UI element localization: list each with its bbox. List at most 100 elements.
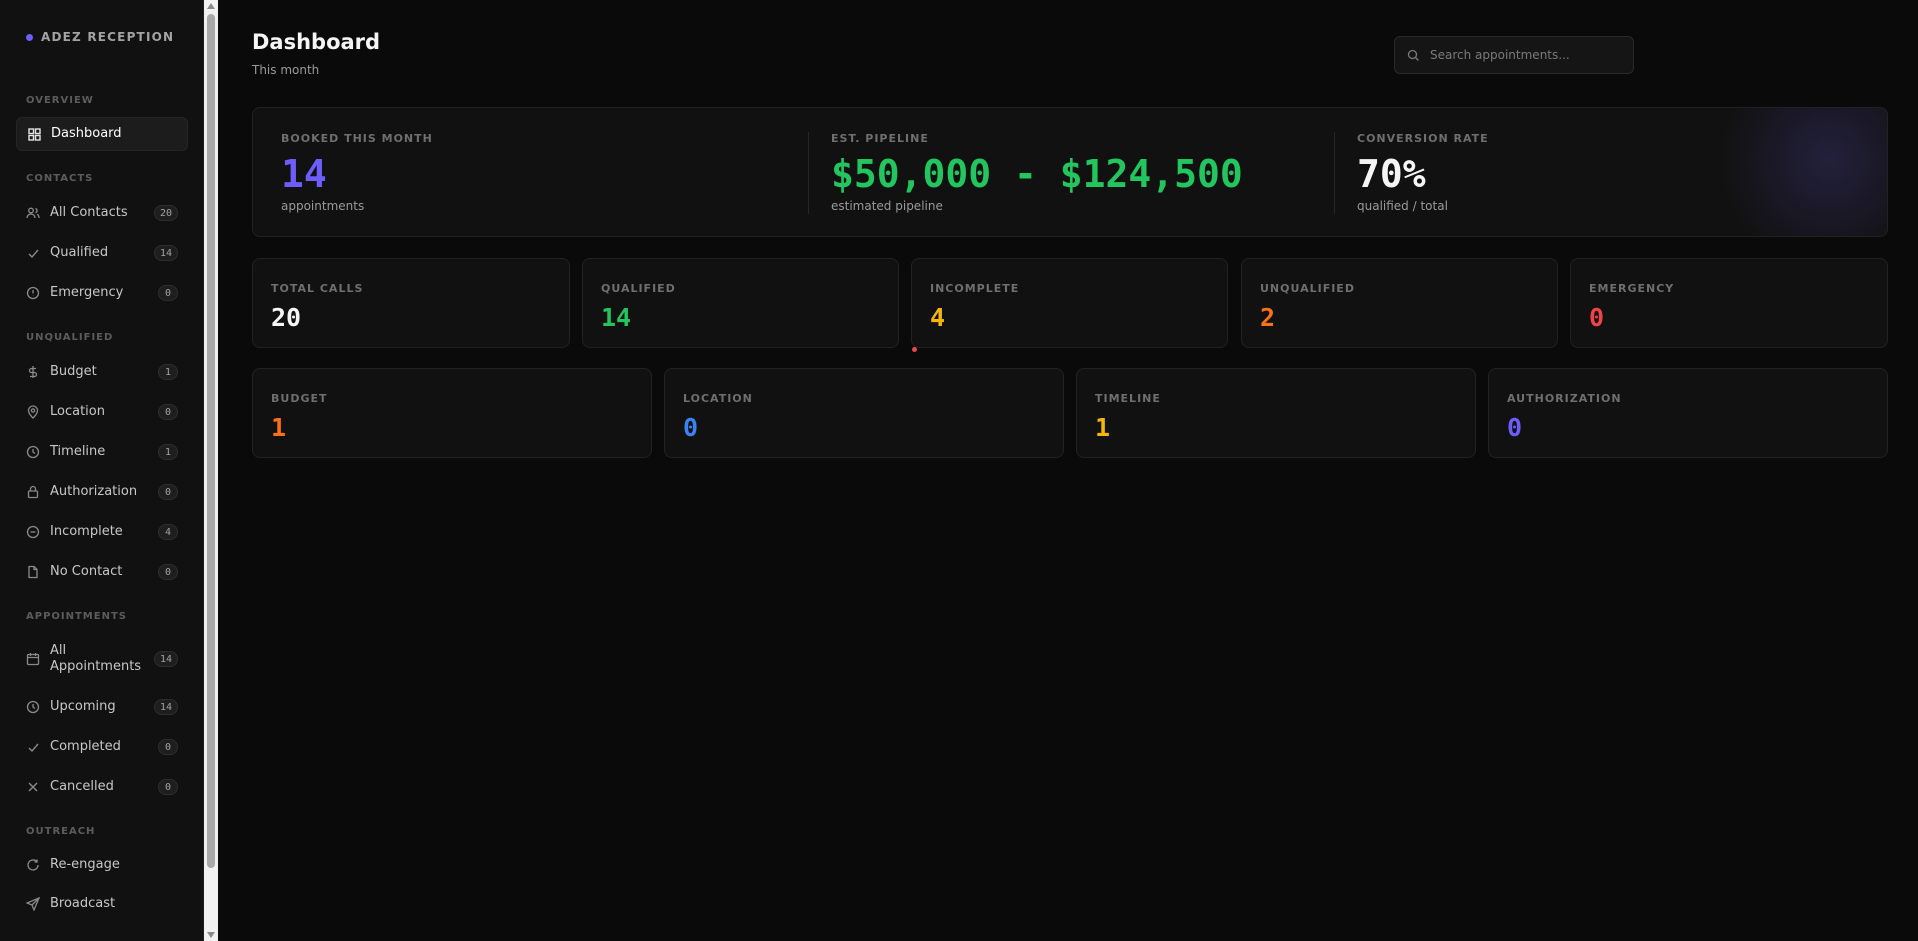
sidebar-item-no-contact[interactable]: No Contact 0 (16, 555, 188, 589)
sidebar: ADEZ RECEPTION OVERVIEW Dashboard CONTAC… (0, 0, 204, 941)
lock-icon (26, 485, 40, 499)
count-badge: 0 (158, 739, 178, 755)
count-badge: 0 (158, 484, 178, 500)
section-title-overview: OVERVIEW (26, 95, 94, 106)
stat-card-total-calls[interactable]: TOTAL CALLS 20 (252, 258, 570, 348)
search-icon (1407, 49, 1420, 62)
count-badge: 14 (153, 245, 178, 261)
check-icon (26, 740, 40, 754)
stat-value: 14 (601, 303, 632, 332)
calendar-icon (26, 652, 40, 666)
sidebar-item-incomplete[interactable]: Incomplete 4 (16, 515, 188, 549)
clock-icon (26, 700, 40, 714)
divider (808, 132, 809, 214)
stat-label: TOTAL CALLS (271, 282, 364, 295)
stat-value: 1 (271, 413, 287, 442)
count-badge: 20 (153, 205, 178, 221)
sidebar-item-location[interactable]: Location 0 (16, 395, 188, 429)
booked-this-month-stat: BOOKED THIS MONTH 14 appointments (281, 132, 433, 236)
count-badge: 14 (153, 699, 178, 715)
stat-label: EST. PIPELINE (831, 132, 929, 145)
sidebar-item-label: Upcoming (50, 699, 116, 714)
sidebar-item-dashboard[interactable]: Dashboard (16, 117, 188, 151)
count-badge: 0 (158, 285, 178, 301)
stat-value: $50,000 - $124,500 (831, 152, 1243, 196)
sidebar-item-emergency[interactable]: Emergency 0 (16, 276, 188, 310)
sidebar-item-label: Completed (50, 739, 121, 754)
stat-label: INCOMPLETE (930, 282, 1020, 295)
brand-name: ADEZ RECEPTION (41, 30, 175, 44)
sidebar-item-broadcast[interactable]: Broadcast (16, 887, 188, 921)
scroll-down-arrow-icon[interactable] (207, 932, 215, 938)
sidebar-item-label: All Contacts (50, 205, 128, 220)
stat-value: 0 (683, 413, 699, 442)
stat-card-unqualified[interactable]: UNQUALIFIED 2 (1241, 258, 1558, 348)
count-badge: 1 (158, 364, 178, 380)
search-box[interactable] (1394, 36, 1634, 74)
page-subtitle: This month (252, 63, 320, 77)
clock-icon (26, 445, 40, 459)
stat-card-incomplete[interactable]: INCOMPLETE 4 (911, 258, 1228, 348)
count-badge: 0 (158, 404, 178, 420)
stat-note: appointments (281, 199, 365, 213)
sidebar-item-label: All Appointments (50, 643, 142, 674)
sidebar-item-cancelled[interactable]: Cancelled 0 (16, 770, 188, 804)
sidebar-item-label: Authorization (50, 484, 138, 499)
sidebar-item-label: Broadcast (50, 896, 116, 911)
sidebar-item-label: Location (50, 404, 105, 419)
est-pipeline-stat: EST. PIPELINE $50,000 - $124,500 estimat… (831, 132, 1243, 236)
search-input[interactable] (1430, 48, 1620, 62)
users-icon (26, 206, 40, 220)
stat-label: BOOKED THIS MONTH (281, 132, 433, 145)
sidebar-item-label: Re-engage (50, 857, 120, 872)
stat-value: 70% (1357, 152, 1426, 196)
sidebar-item-label: Qualified (50, 245, 109, 260)
section-title-outreach: OUTREACH (26, 826, 96, 837)
section-title-appointments: APPOINTMENTS (26, 611, 127, 622)
sidebar-item-label: Dashboard (51, 126, 122, 141)
conversion-rate-stat: CONVERSION RATE 70% qualified / total (1357, 132, 1489, 236)
sidebar-item-qualified[interactable]: Qualified 14 (16, 236, 188, 270)
sidebar-item-label: No Contact (50, 564, 123, 579)
stat-label: QUALIFIED (601, 282, 676, 295)
sidebar-item-label: Emergency (50, 285, 124, 300)
stat-card-qualified[interactable]: QUALIFIED 14 (582, 258, 899, 348)
stat-card-location[interactable]: LOCATION 0 (664, 368, 1064, 458)
stat-card-budget[interactable]: BUDGET 1 (252, 368, 652, 458)
grid-icon (27, 127, 41, 141)
count-badge: 0 (158, 564, 178, 580)
sidebar-item-budget[interactable]: Budget 1 (16, 355, 188, 389)
sidebar-item-reengage[interactable]: Re-engage (16, 848, 188, 882)
map-pin-icon (26, 405, 40, 419)
x-icon (26, 780, 40, 794)
scroll-thumb[interactable] (207, 14, 215, 868)
brand-dot-icon (26, 33, 33, 41)
stat-value: 4 (930, 303, 946, 332)
stat-value: 14 (281, 152, 327, 196)
main-content: Dashboard This month BOOKED THIS MONTH 1… (218, 0, 1918, 941)
stat-card-emergency[interactable]: EMERGENCY 0 (1570, 258, 1888, 348)
stat-card-timeline[interactable]: TIMELINE 1 (1076, 368, 1476, 458)
hero-stats-panel: BOOKED THIS MONTH 14 appointments EST. P… (252, 107, 1888, 237)
indicator-dot (912, 347, 917, 352)
stat-note: qualified / total (1357, 199, 1448, 213)
stat-card-authorization[interactable]: AUTHORIZATION 0 (1488, 368, 1888, 458)
stat-label: CONVERSION RATE (1357, 132, 1489, 145)
divider (1334, 132, 1335, 214)
alert-circle-icon (26, 286, 40, 300)
scroll-up-arrow-icon[interactable] (207, 3, 215, 9)
sidebar-scrollbar[interactable] (204, 0, 218, 941)
sidebar-item-timeline[interactable]: Timeline 1 (16, 435, 188, 469)
sidebar-item-authorization[interactable]: Authorization 0 (16, 475, 188, 509)
sidebar-item-all-contacts[interactable]: All Contacts 20 (16, 196, 188, 230)
stat-value: 0 (1589, 303, 1605, 332)
stat-value: 1 (1095, 413, 1111, 442)
send-icon (26, 897, 40, 911)
sidebar-item-completed[interactable]: Completed 0 (16, 730, 188, 764)
sidebar-item-upcoming[interactable]: Upcoming 14 (16, 690, 188, 724)
sidebar-item-all-appointments[interactable]: All Appointments 14 (16, 638, 188, 680)
stat-note: estimated pipeline (831, 199, 943, 213)
stat-label: LOCATION (683, 392, 753, 405)
section-title-unqualified: UNQUALIFIED (26, 332, 114, 343)
stat-label: AUTHORIZATION (1507, 392, 1622, 405)
